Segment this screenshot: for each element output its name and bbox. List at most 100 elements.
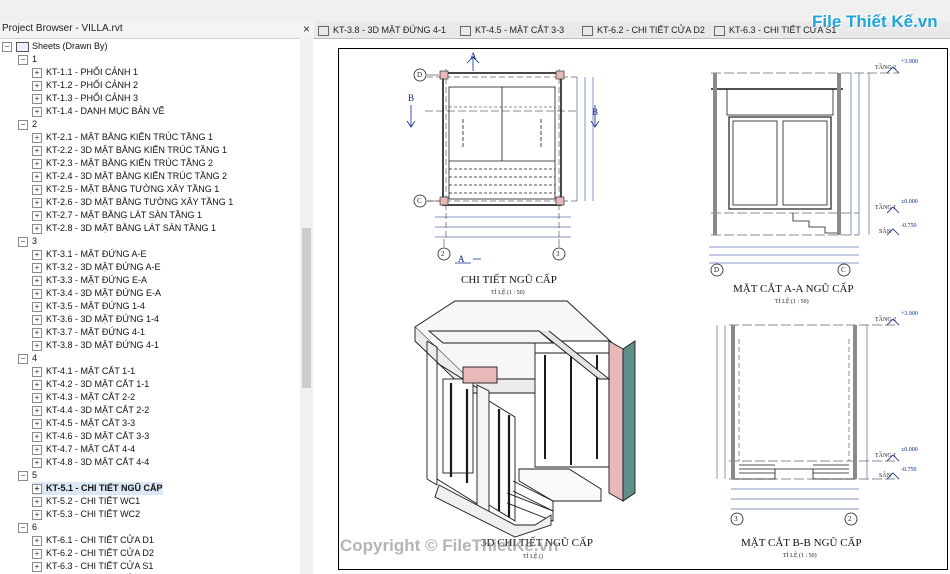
expand-icon[interactable]: +: [32, 184, 42, 195]
tree-item-label: 2: [32, 119, 38, 129]
expand-icon[interactable]: +: [32, 262, 42, 273]
expand-icon[interactable]: +: [32, 314, 42, 325]
tree-sheet-item[interactable]: + KT-2.4 - 3D MẶT BẰNG KIẾN TRÚC TẦNG 2: [32, 170, 227, 183]
expand-icon[interactable]: +: [32, 379, 42, 390]
tree-sheet-item[interactable]: + KT-3.1 - MẶT ĐỨNG A-E: [32, 248, 147, 261]
tree-sheet-item[interactable]: + KT-5.1 - CHI TIẾT NGŨ CẤP: [32, 482, 163, 495]
tree-group[interactable]: −3: [18, 235, 37, 248]
collapse-icon[interactable]: −: [18, 470, 28, 481]
expand-icon[interactable]: +: [32, 392, 42, 403]
tree-sheet-item[interactable]: + KT-3.4 - 3D MẶT ĐỨNG E-A: [32, 287, 161, 300]
expand-icon[interactable]: +: [32, 210, 42, 221]
tab-kt-6-2[interactable]: KT-6.2 - CHI TIẾT CỬA D2: [582, 23, 705, 37]
expand-icon[interactable]: +: [32, 405, 42, 416]
section-mark-b-right: B: [592, 107, 599, 117]
tree-sheet-item[interactable]: + KT-3.7 - MẶT ĐỨNG 4-1: [32, 326, 145, 339]
tree-sheet-item[interactable]: + KT-1.1 - PHỐI CẢNH 1: [32, 66, 138, 79]
tree-sheet-item[interactable]: + KT-3.3 - MẶT ĐỨNG E-A: [32, 274, 147, 287]
tree-sheet-item[interactable]: + KT-1.3 - PHỐI CẢNH 3: [32, 92, 138, 105]
collapse-icon[interactable]: −: [18, 54, 28, 65]
tree-sheet-item[interactable]: + KT-6.2 - CHI TIẾT CỬA D2: [32, 547, 154, 560]
expand-icon[interactable]: +: [32, 93, 42, 104]
scrollbar-thumb[interactable]: [302, 228, 311, 388]
expand-icon[interactable]: +: [32, 366, 42, 377]
expand-icon[interactable]: +: [32, 301, 42, 312]
tree-group[interactable]: −4: [18, 352, 37, 365]
expand-icon[interactable]: +: [32, 80, 42, 91]
sheet-icon: [714, 25, 725, 36]
tree-sheet-item[interactable]: + KT-2.5 - MẶT BẰNG TƯỜNG XÂY TẦNG 1: [32, 183, 219, 196]
tree-sheet-item[interactable]: + KT-1.4 - DANH MỤC BẢN VẼ: [32, 105, 165, 118]
tree-sheet-item[interactable]: + KT-3.5 - MẶT ĐỨNG 1-4: [32, 300, 145, 313]
expand-icon[interactable]: +: [32, 457, 42, 468]
iso-view: [414, 300, 636, 538]
collapse-icon[interactable]: −: [18, 353, 28, 364]
tree-sheet-item[interactable]: + KT-2.2 - 3D MẶT BẰNG KIẾN TRÚC TẦNG 1: [32, 144, 227, 157]
expand-icon[interactable]: +: [32, 327, 42, 338]
collapse-icon[interactable]: −: [18, 236, 28, 247]
tree-sheet-item[interactable]: + KT-2.7 - MẶT BẰNG LÁT SÀN TẦNG 1: [32, 209, 202, 222]
expand-icon[interactable]: +: [32, 288, 42, 299]
expand-icon[interactable]: +: [32, 145, 42, 156]
tree-group[interactable]: −2: [18, 118, 37, 131]
expand-icon[interactable]: +: [32, 223, 42, 234]
expand-icon[interactable]: +: [32, 431, 42, 442]
expand-icon[interactable]: +: [32, 561, 42, 572]
expand-icon[interactable]: +: [32, 418, 42, 429]
browser-tree: − Sheets (Drawn By) −1 + KT-1.1 - PHỐI CẢNH…: [0, 38, 300, 574]
expand-icon[interactable]: +: [32, 496, 42, 507]
level-san-aa: SÂN: [879, 229, 892, 235]
expand-icon[interactable]: +: [32, 249, 42, 260]
collapse-icon[interactable]: −: [18, 119, 28, 130]
expand-icon[interactable]: +: [32, 197, 42, 208]
expand-icon[interactable]: +: [32, 171, 42, 182]
expand-icon[interactable]: +: [32, 158, 42, 169]
expand-icon[interactable]: +: [32, 509, 42, 520]
sheet-canvas[interactable]: D C 2 3 A A B B D C 3 2 TẦNG 2 +3.900 TẦ…: [314, 39, 950, 574]
tab-kt-4-5[interactable]: KT-4.5 - MẶT CẮT 3-3: [460, 23, 564, 37]
tree-sheet-item[interactable]: + KT-4.1 - MẶT CẮT 1-1: [32, 365, 135, 378]
tree-group[interactable]: −6: [18, 521, 37, 534]
collapse-icon[interactable]: −: [18, 522, 28, 533]
tree-sheet-item[interactable]: + KT-4.6 - 3D MẶT CẮT 3-3: [32, 430, 149, 443]
expand-icon[interactable]: +: [32, 275, 42, 286]
tree-sheet-item[interactable]: + KT-2.1 - MẶT BẰNG KIẾN TRÚC TẦNG 1: [32, 131, 213, 144]
tree-sheet-item[interactable]: + KT-5.2 - CHI TIẾT WC1: [32, 495, 140, 508]
tree-sheet-item[interactable]: + KT-6.1 - CHI TIẾT CỬA D1: [32, 534, 154, 547]
tree-sheet-item[interactable]: + KT-4.3 - MẶT CẮT 2-2: [32, 391, 135, 404]
sheets-icon: [16, 41, 29, 52]
collapse-icon[interactable]: −: [2, 41, 12, 52]
tree-sheet-item[interactable]: + KT-3.2 - 3D MẶT ĐỨNG A-E: [32, 261, 161, 274]
expand-icon[interactable]: +: [32, 340, 42, 351]
tree-sheet-item[interactable]: + KT-4.8 - 3D MẶT CẮT 4-4: [32, 456, 149, 469]
tree-item-label: KT-2.1 - MẶT BẰNG KIẾN TRÚC TẦNG 1: [46, 132, 214, 142]
tree-sheet-item[interactable]: + KT-4.4 - 3D MẶT CẮT 2-2: [32, 404, 149, 417]
expand-icon[interactable]: +: [32, 106, 42, 117]
tree-item-label: KT-3.6 - 3D MẶT ĐỨNG 1-4: [46, 314, 160, 324]
expand-icon[interactable]: +: [32, 535, 42, 546]
expand-icon[interactable]: +: [32, 67, 42, 78]
tree-sheet-item[interactable]: + KT-4.7 - MẶT CẮT 4-4: [32, 443, 135, 456]
tree-sheet-item[interactable]: + KT-4.5 - MẶT CẮT 3-3: [32, 417, 135, 430]
tree-sheet-item[interactable]: + KT-4.2 - 3D MẶT CẮT 1-1: [32, 378, 149, 391]
expand-icon[interactable]: +: [32, 483, 42, 494]
close-icon[interactable]: ×: [303, 22, 310, 36]
expand-icon[interactable]: +: [32, 444, 42, 455]
tab-kt-3-8[interactable]: KT-3.8 - 3D MẶT ĐỨNG 4-1: [318, 23, 446, 37]
tree-sheet-item[interactable]: + KT-2.3 - MẶT BẰNG KIẾN TRÚC TẦNG 2: [32, 157, 213, 170]
expand-icon[interactable]: +: [32, 548, 42, 559]
tree-root[interactable]: − Sheets (Drawn By): [2, 40, 108, 53]
tree-group[interactable]: −5: [18, 469, 37, 482]
tree-group[interactable]: −1: [18, 53, 37, 66]
tree-sheet-item[interactable]: + KT-2.8 - 3D MẶT BẰNG LÁT SÀN TẦNG 1: [32, 222, 216, 235]
expand-icon[interactable]: +: [32, 132, 42, 143]
tree-sheet-item[interactable]: + KT-3.6 - 3D MẶT ĐỨNG 1-4: [32, 313, 159, 326]
tree-item-label: KT-4.7 - MẶT CẮT 4-4: [46, 444, 136, 454]
tree-sheet-item[interactable]: + KT-1.2 - PHỐI CẢNH 2: [32, 79, 138, 92]
tree-sheet-item[interactable]: + KT-5.3 - CHI TIẾT WC2: [32, 508, 140, 521]
tree-sheet-item[interactable]: + KT-2.6 - 3D MẶT BẰNG TƯỜNG XÂY TẦNG 1: [32, 196, 233, 209]
browser-scrollbar[interactable]: [300, 38, 313, 574]
tree-sheet-item[interactable]: + KT-3.8 - 3D MẶT ĐỨNG 4-1: [32, 339, 159, 352]
tree-item-label: KT-3.4 - 3D MẶT ĐỨNG E-A: [46, 288, 162, 298]
tree-sheet-item[interactable]: + KT-6.3 - CHI TIẾT CỬA S1: [32, 560, 153, 573]
